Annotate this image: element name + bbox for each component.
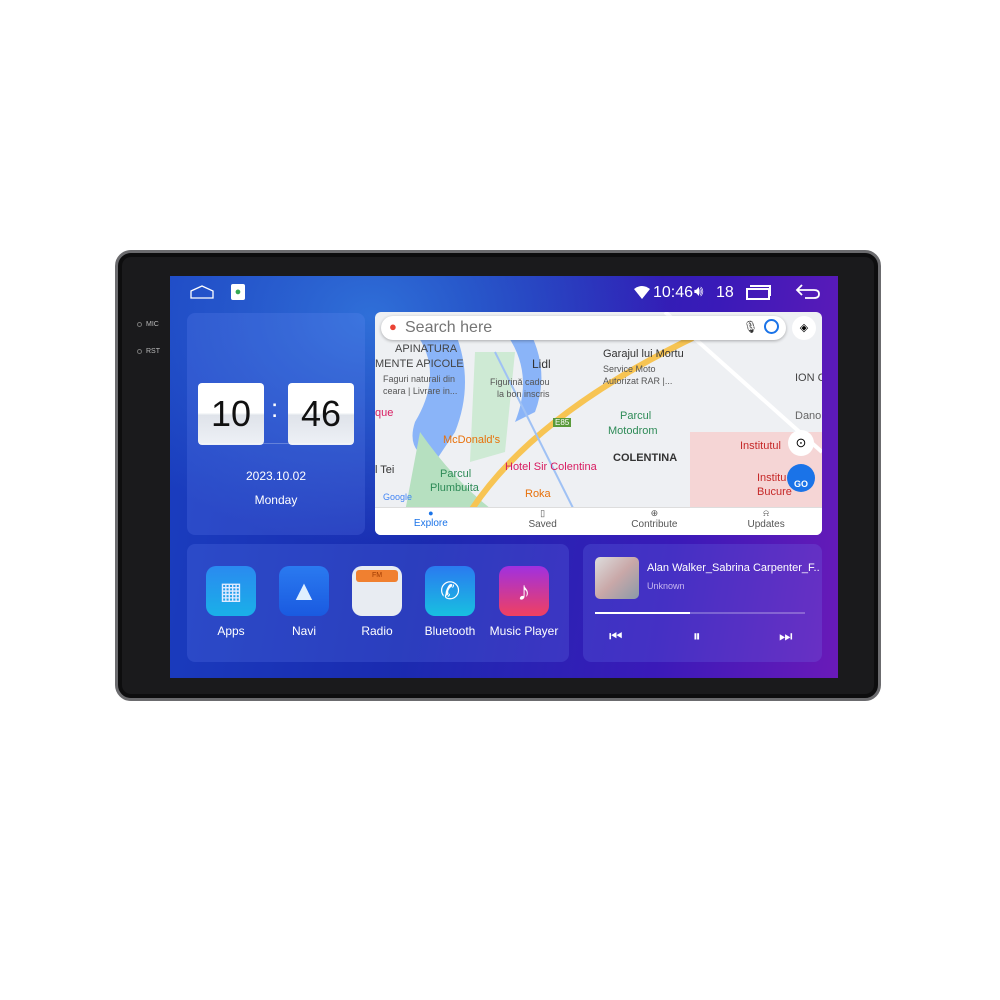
layers-button[interactable]: ◈ [792,316,816,340]
search-input[interactable] [405,318,705,338]
progress-bar[interactable] [595,612,805,614]
tab-label: Contribute [631,519,678,530]
map-label: Autorizat RAR |... [603,376,673,386]
map-label: McDonald's [443,434,501,446]
clock-minutes: 46 [288,383,354,445]
wifi-icon [634,286,650,299]
bell-icon: ⍾ [763,508,770,518]
google-logo: Google [383,492,413,502]
microphone-icon[interactable]: 🎙︎ [743,320,758,334]
rst-label: RST [146,348,160,355]
app-label: Navi [291,624,316,638]
radio-icon: FM [352,566,402,616]
volume-level: 18 [716,284,734,301]
maps-pin-icon: ● [389,319,397,334]
pin-icon: ● [428,508,434,518]
app-launcher: ▦ Apps ▲ Navi FM Radio ✆ Bluetooth ♪ Music Pl… [187,544,569,662]
tab-explore[interactable]: ● Explore [375,508,487,535]
map-label: Figurină cadou [490,377,550,387]
mic-indicator: MIC [137,321,159,328]
status-time: 10:46 [653,284,694,301]
status-bar: ● 10:46 🔊︎ 18 [170,276,838,308]
map-label: MENTE APICOLE [375,358,464,370]
account-icon[interactable] [764,319,779,334]
plus-circle-icon: ⊕ [650,508,659,518]
map-label: Motodrom [608,425,658,437]
maps-app-icon[interactable]: ● [231,284,245,300]
weekday: Monday [254,493,298,507]
tab-contribute[interactable]: ⊕ Contribute [599,508,711,535]
map-label: Parcul [620,410,652,422]
clock-divider [199,443,353,444]
maps-widget[interactable]: APINATURA MENTE APICOLE Faguri naturali … [375,312,822,535]
app-music-player[interactable]: ♪ Music Player [487,566,561,638]
music-widget[interactable]: Alan Walker_Sabrina Carpenter_F... Unkno… [583,544,822,662]
clock-widget[interactable]: 10 : 46 2023.10.02 Monday [187,313,365,535]
fm-badge: FM [356,570,398,582]
back-icon[interactable] [795,284,821,300]
app-label: Bluetooth [424,624,476,638]
recent-apps-icon[interactable] [746,285,772,300]
album-art [595,557,639,599]
reset-button[interactable]: RST [137,348,160,355]
clock-hours: 10 [198,383,264,445]
track-title: Alan Walker_Sabrina Carpenter_F... [647,562,819,574]
map-label: Garajul lui Mortu [603,348,684,360]
music-note-icon: ♪ [499,566,549,616]
map-label: Lidl [532,357,551,371]
track-artist: Unknown [647,581,685,591]
map-label: Institutul [740,440,781,452]
map-label: Roka [525,488,551,500]
map-label: APINATURA [395,343,458,355]
phone-call-icon: ✆ [425,566,475,616]
map-route-shield: E85 [553,418,572,427]
app-bluetooth[interactable]: ✆ Bluetooth [415,566,485,638]
go-label: GO [793,479,808,489]
map-label: l Tei [375,464,395,476]
map-label: COLENTINA [613,452,678,464]
map-label: Service Moto [603,364,656,374]
app-navi[interactable]: ▲ Navi [269,566,339,638]
map-label: Parcul [440,468,472,480]
map-label: Faguri naturali din [383,374,456,384]
map-label: ION C [795,372,822,384]
home-icon[interactable] [190,285,214,299]
apps-grid-icon: ▦ [206,566,256,616]
bookmark-icon: ▯ [540,508,546,518]
app-label: Music Player [489,624,559,638]
map-label: Institu [757,472,787,484]
map-label: Bucure [757,486,792,498]
date: 2023.10.02 [245,469,307,483]
volume-icon[interactable]: 🔊︎ [694,283,703,300]
tab-saved[interactable]: ▯ Saved [487,508,599,535]
pause-button[interactable]: ⏸︎ [693,628,701,645]
search-bar[interactable]: ● 🎙︎ [381,316,786,340]
progress-fill [595,612,690,614]
map-label: Plumbuita [430,482,479,494]
tab-label: Explore [413,518,448,529]
tab-label: Updates [747,519,785,530]
previous-button[interactable]: ⏮︎ [609,628,623,645]
map-label: Hotel Sir Colentina [505,461,597,473]
app-apps[interactable]: ▦ Apps [196,566,266,638]
my-location-button[interactable]: ⊙ [788,430,814,456]
go-button[interactable]: GO [787,464,815,492]
mic-label: MIC [146,321,159,328]
navigation-arrow-icon: ▲ [279,566,329,616]
tab-label: Saved [528,519,557,530]
clock-separator: : [271,393,279,423]
map-label: Dano [795,410,822,422]
screen: ● 10:46 🔊︎ 18 10 : 46 2023.10.02 Monday … [170,276,838,678]
map-label: ceara | Livrare in... [383,386,458,396]
app-label: Apps [217,624,245,638]
app-label: Radio [361,624,393,638]
maps-bottom-nav: ● Explore ▯ Saved ⊕ Contribute ⍾ Updates [375,507,822,535]
tab-updates[interactable]: ⍾ Updates [710,508,822,535]
app-radio[interactable]: FM Radio [342,566,412,638]
next-button[interactable]: ⏭︎ [779,628,793,645]
map-label: la bon inscris [497,389,550,399]
map-label: que [375,407,394,419]
